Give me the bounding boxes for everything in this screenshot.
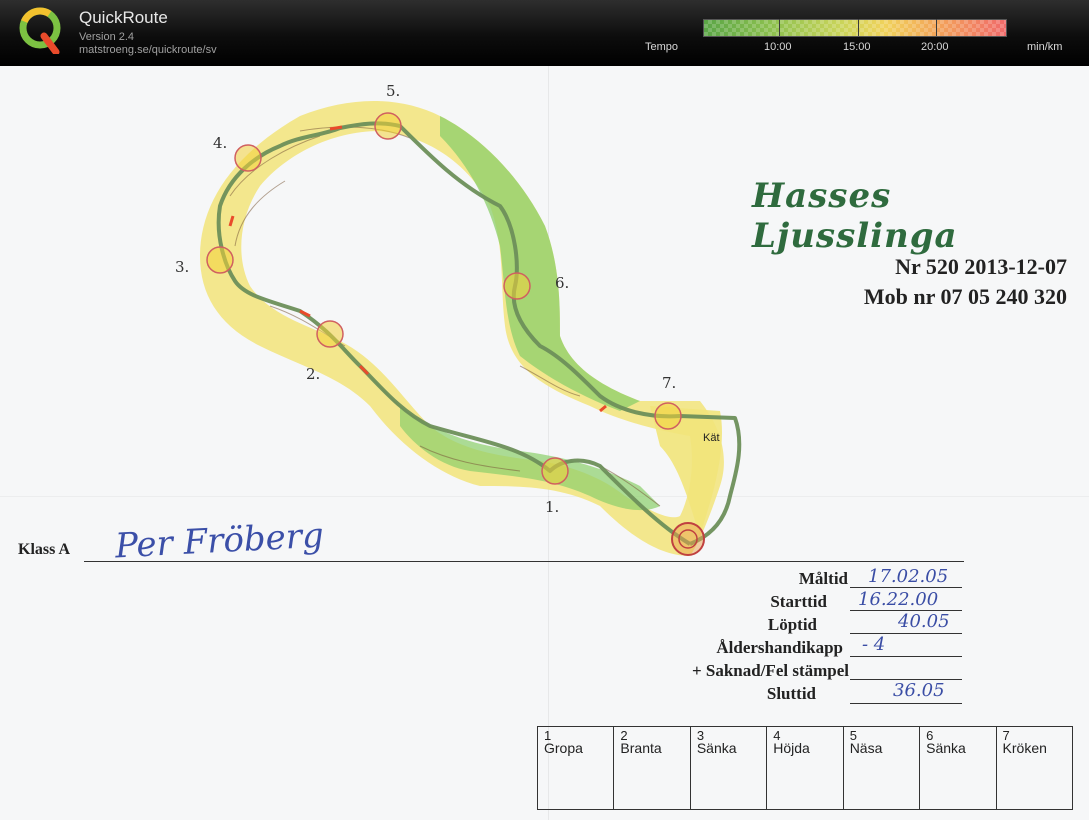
control-label-1: 1. — [545, 498, 559, 516]
course-title: Hasses Ljusslinga — [752, 176, 958, 256]
finish-circle[interactable] — [671, 522, 705, 556]
tempo-tick — [779, 19, 780, 36]
maltid-label: Måltid — [798, 569, 848, 588]
starttid-label: Starttid — [770, 592, 827, 611]
sluttid-label: Sluttid — [766, 684, 816, 703]
tempo-tick-label: 10:00 — [764, 41, 792, 53]
loptid-value: 40.05 — [898, 611, 950, 632]
quickroute-logo-icon — [19, 7, 61, 54]
control-label-6: 6. — [555, 274, 569, 292]
control-label-2: 2. — [306, 365, 320, 383]
control-cell-7: 7 Kröken — [1002, 728, 1047, 756]
map-canvas[interactable]: 1. 2. 3. 4. 5. 6. 7. Kät Hasses Ljusslin… — [0, 66, 1089, 820]
maltid-value: 17.02.05 — [868, 566, 949, 587]
control-label-7: 7. — [662, 374, 676, 392]
tempo-tick — [858, 19, 859, 36]
loptid-label: Löptid — [767, 615, 817, 634]
control-cell-3: 3 Sänka — [691, 727, 768, 809]
starttid-value: 16.22.00 — [858, 589, 939, 610]
handikapp-value: - 4 — [862, 634, 886, 655]
control-cell-6: 6 Sänka — [920, 727, 997, 809]
control-circle-3[interactable] — [206, 246, 234, 274]
saknad-label: + Saknad/Fel stämpel — [691, 661, 849, 680]
app-header: QuickRoute Version 2.4 matstroeng.se/qui… — [0, 0, 1089, 66]
tempo-unit: min/km — [1027, 41, 1063, 53]
control-circle-5[interactable] — [374, 112, 402, 140]
klass-label: Klass A — [18, 541, 71, 558]
tempo-tick — [936, 19, 937, 36]
control-circle-6[interactable] — [503, 272, 531, 300]
control-circle-2[interactable] — [316, 320, 344, 348]
app-url[interactable]: matstroeng.se/quickroute/sv — [79, 44, 217, 56]
control-cell-1: 1 Gropa — [538, 727, 615, 809]
tempo-tick-label: 20:00 — [921, 41, 949, 53]
sluttid-value: 36.05 — [893, 680, 945, 701]
control-label-3: 3. — [175, 258, 189, 276]
control-cell-5: 5 Näsa — [844, 727, 921, 809]
control-descriptions-table: 1 Gropa 2 Branta 3 Sänka 4 Höjda 5 Näsa 6 Sänk… — [537, 726, 1073, 810]
control-label-4: 4. — [213, 134, 227, 152]
handikapp-label: Åldershandikapp — [716, 638, 843, 657]
course-number-date: Nr 520 2013-12-07 — [895, 254, 1067, 279]
control-label-5: 5. — [386, 82, 400, 100]
map-terrain-band — [200, 101, 724, 556]
control-circle-4[interactable] — [234, 144, 262, 172]
control-circle-1[interactable] — [541, 457, 569, 485]
control-cell-2: 2 Branta — [614, 727, 691, 809]
tempo-tick-label: 15:00 — [843, 41, 871, 53]
control-circle-7[interactable] — [654, 402, 682, 430]
map-forest-area — [440, 116, 640, 411]
tempo-label: Tempo — [645, 41, 679, 53]
app-title: QuickRoute — [79, 8, 168, 27]
control-cell-4: 4 Höjda — [767, 727, 844, 809]
tempo-color-scale[interactable] — [703, 19, 1007, 37]
terrain-label: Kät — [703, 432, 720, 444]
course-mobile-number: Mob nr 07 05 240 320 — [863, 284, 1067, 309]
app-version: Version 2.4 — [79, 31, 135, 43]
